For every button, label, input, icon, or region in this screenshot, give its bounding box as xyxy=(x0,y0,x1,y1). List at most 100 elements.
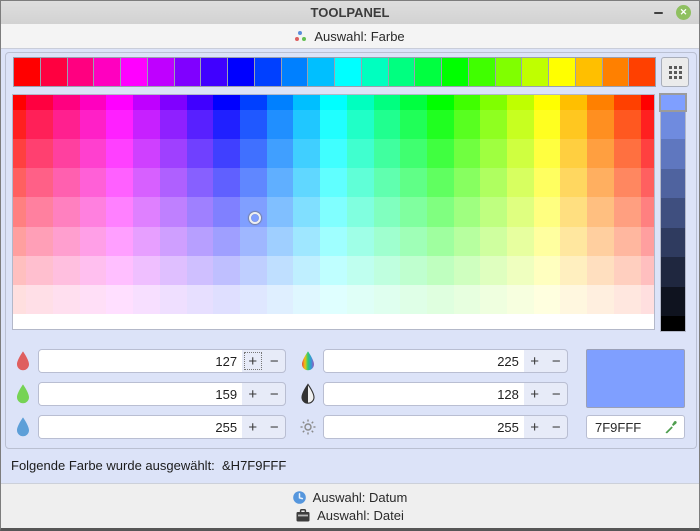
sv-cell[interactable] xyxy=(267,95,294,110)
sv-cell[interactable] xyxy=(641,95,654,110)
sv-cell[interactable] xyxy=(454,256,481,285)
sv-cell[interactable] xyxy=(427,285,454,314)
sv-cell[interactable] xyxy=(240,110,267,139)
sv-cell[interactable] xyxy=(293,110,320,139)
sv-cell[interactable] xyxy=(587,314,614,329)
sv-cell[interactable] xyxy=(534,285,561,314)
hue-cell[interactable] xyxy=(496,58,522,86)
sv-cell[interactable] xyxy=(187,256,214,285)
sv-cell[interactable] xyxy=(293,95,320,110)
sv-cell[interactable] xyxy=(480,285,507,314)
sv-cell[interactable] xyxy=(560,314,587,329)
brightness-input[interactable]: 255 xyxy=(324,416,524,438)
sv-cell[interactable] xyxy=(106,256,133,285)
sv-cell[interactable] xyxy=(267,110,294,139)
sv-cell[interactable] xyxy=(454,95,481,110)
sv-cell[interactable] xyxy=(160,227,187,256)
sv-cell[interactable] xyxy=(454,139,481,168)
sv-cell[interactable] xyxy=(240,168,267,197)
hue-cell[interactable] xyxy=(389,58,415,86)
hue-cell[interactable] xyxy=(41,58,67,86)
sv-cell[interactable] xyxy=(26,110,53,139)
value-cell[interactable] xyxy=(661,110,685,140)
blue-minus-button[interactable]: − xyxy=(264,416,285,438)
sv-cell[interactable] xyxy=(320,168,347,197)
sv-cell[interactable] xyxy=(427,227,454,256)
sv-cell[interactable] xyxy=(160,256,187,285)
sv-cell[interactable] xyxy=(480,256,507,285)
sv-cell[interactable] xyxy=(427,256,454,285)
sv-cell[interactable] xyxy=(374,95,401,110)
sv-cell[interactable] xyxy=(454,314,481,329)
sv-cell[interactable] xyxy=(267,168,294,197)
sv-cell[interactable] xyxy=(53,314,80,329)
palette-grid-button[interactable] xyxy=(661,57,689,87)
sv-cell[interactable] xyxy=(293,168,320,197)
sv-cell[interactable] xyxy=(53,139,80,168)
value-cell[interactable] xyxy=(661,257,685,287)
hue-cell[interactable] xyxy=(148,58,174,86)
sv-cell[interactable] xyxy=(133,256,160,285)
sv-cell[interactable] xyxy=(427,110,454,139)
hue-cell[interactable] xyxy=(201,58,227,86)
sv-cell[interactable] xyxy=(80,285,107,314)
hue-cell[interactable] xyxy=(14,58,40,86)
sv-cell[interactable] xyxy=(26,197,53,226)
hue-cell[interactable] xyxy=(94,58,120,86)
sv-cell[interactable] xyxy=(374,110,401,139)
sv-cell[interactable] xyxy=(560,256,587,285)
sv-cell[interactable] xyxy=(400,110,427,139)
green-plus-button[interactable]: + xyxy=(242,383,263,405)
sv-cell[interactable] xyxy=(400,256,427,285)
value-cell[interactable] xyxy=(661,228,685,258)
hue-cell[interactable] xyxy=(308,58,334,86)
sv-cell[interactable] xyxy=(320,139,347,168)
sv-cell[interactable] xyxy=(187,314,214,329)
sv-cell[interactable] xyxy=(507,110,534,139)
sv-cell[interactable] xyxy=(293,314,320,329)
hue-cell[interactable] xyxy=(282,58,308,86)
sv-cell[interactable] xyxy=(26,227,53,256)
sv-cell[interactable] xyxy=(187,110,214,139)
sv-cell[interactable] xyxy=(240,314,267,329)
sv-cell[interactable] xyxy=(614,256,641,285)
brightness-minus-button[interactable]: − xyxy=(545,416,567,438)
sv-cell[interactable] xyxy=(293,285,320,314)
sv-cell[interactable] xyxy=(400,168,427,197)
hue-cell[interactable] xyxy=(68,58,94,86)
sv-cell[interactable] xyxy=(80,227,107,256)
sv-cell[interactable] xyxy=(400,285,427,314)
sv-cell[interactable] xyxy=(587,110,614,139)
sv-cell[interactable] xyxy=(507,197,534,226)
sv-cell[interactable] xyxy=(454,168,481,197)
footer-item-datei[interactable]: Auswahl: Datei xyxy=(296,508,404,523)
sv-cell[interactable] xyxy=(267,285,294,314)
sv-cell[interactable] xyxy=(480,314,507,329)
sv-cell[interactable] xyxy=(320,95,347,110)
sv-cell[interactable] xyxy=(267,256,294,285)
window-titlebar[interactable]: TOOLPANEL ✕ xyxy=(1,1,699,25)
hue-cell[interactable] xyxy=(442,58,468,86)
footer-item-datum[interactable]: Auswahl: Datum xyxy=(293,490,408,505)
sv-cell[interactable] xyxy=(13,314,26,329)
hue-plus-button[interactable]: + xyxy=(524,350,546,372)
sv-cell[interactable] xyxy=(80,168,107,197)
sv-cell[interactable] xyxy=(454,110,481,139)
red-minus-button[interactable]: − xyxy=(264,350,285,372)
sv-cell[interactable] xyxy=(480,168,507,197)
hue-cell[interactable] xyxy=(335,58,361,86)
sv-cell[interactable] xyxy=(347,197,374,226)
sv-cell[interactable] xyxy=(53,256,80,285)
sv-cell[interactable] xyxy=(587,256,614,285)
sv-cell[interactable] xyxy=(454,197,481,226)
sv-cell[interactable] xyxy=(106,227,133,256)
sv-cell[interactable] xyxy=(133,139,160,168)
sv-cell[interactable] xyxy=(213,285,240,314)
sv-cell[interactable] xyxy=(53,168,80,197)
sv-cell[interactable] xyxy=(106,139,133,168)
sv-cell[interactable] xyxy=(53,197,80,226)
sv-cell[interactable] xyxy=(133,314,160,329)
sv-cell[interactable] xyxy=(320,110,347,139)
sv-cell[interactable] xyxy=(480,227,507,256)
sv-cell[interactable] xyxy=(26,168,53,197)
